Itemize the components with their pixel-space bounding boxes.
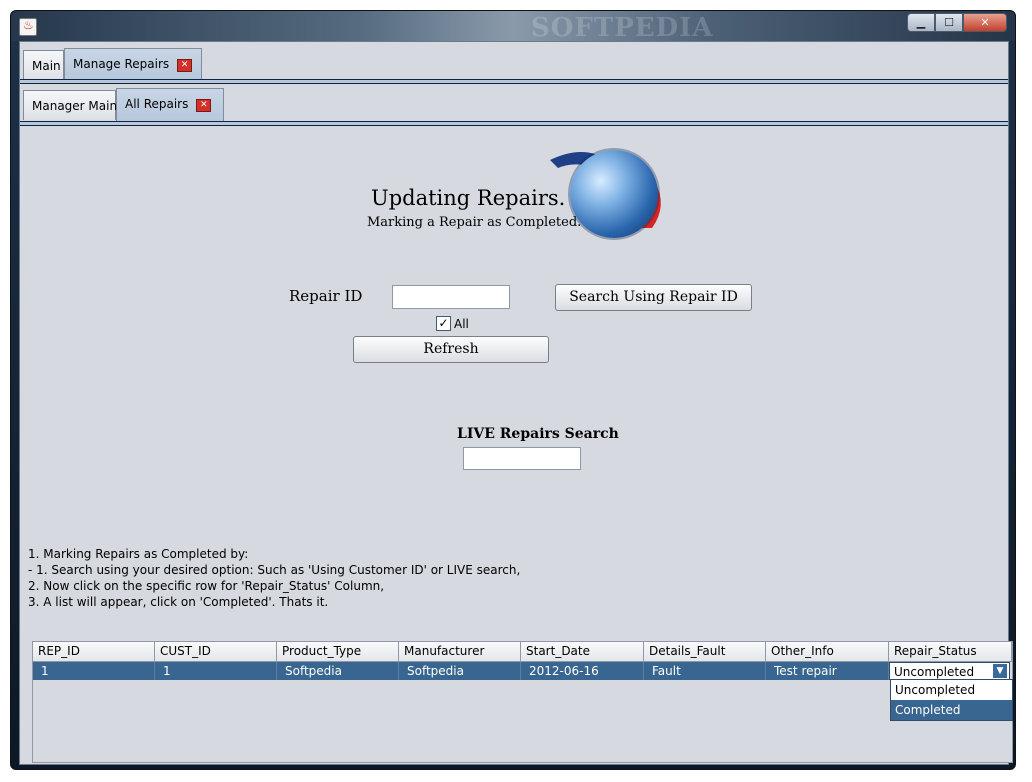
refresh-button[interactable]: Refresh [353, 336, 549, 363]
cell-cust-id[interactable]: 1 [155, 662, 277, 680]
checkmark-icon: ✓ [438, 316, 449, 330]
table-row[interactable]: 1 1 Softpedia Softpedia 2012-06-16 Fault… [33, 662, 1010, 680]
cell-start-date[interactable]: 2012-06-16 [521, 662, 644, 680]
live-search-label: LIVE Repairs Search [457, 426, 619, 442]
close-tab-icon[interactable]: ✕ [196, 99, 212, 112]
option-completed[interactable]: Completed [891, 700, 1012, 720]
column-header-details-fault[interactable]: Details_Fault [644, 642, 766, 662]
cell-rep-id[interactable]: 1 [33, 662, 155, 680]
chevron-down-icon[interactable]: ▼ [993, 664, 1007, 678]
java-cup-icon[interactable]: ♨ [19, 18, 37, 36]
repair-status-value: Uncompleted [894, 665, 975, 679]
globe-icon [570, 150, 658, 238]
title-bar[interactable]: ♨ SOFTPEDIA ▁ ☐ ✕ [11, 11, 1015, 43]
tab-manager-main[interactable]: Manager Main [23, 90, 118, 120]
title-watermark: SOFTPEDIA [531, 13, 714, 43]
column-header-manufacturer[interactable]: Manufacturer [399, 642, 521, 662]
window-controls: ▁ ☐ ✕ [907, 13, 1007, 32]
maximize-icon[interactable]: ☐ [935, 13, 963, 32]
tab-manager-main-label: Manager Main [32, 99, 118, 113]
instruction-line: 3. A list will appear, click on 'Complet… [28, 595, 329, 609]
tab-underline [20, 79, 1008, 84]
all-checkbox-label: All [454, 317, 469, 331]
tab-all-repairs[interactable]: All Repairs ✕ [116, 88, 224, 121]
main-panel: Main Manage Repairs ✕ Manager Main All Re… [19, 41, 1013, 765]
column-header-other-info[interactable]: Other_Info [766, 642, 889, 662]
cell-other-info[interactable]: Test repair [766, 662, 889, 680]
page-title: Updating Repairs. [371, 186, 566, 210]
repair-id-label: Repair ID [289, 287, 363, 305]
tab-main[interactable]: Main [23, 50, 64, 80]
outer-tab-bar: Main Manage Repairs ✕ [20, 47, 1008, 80]
tab-manage-repairs-label: Manage Repairs [73, 57, 170, 71]
column-header-repair-status[interactable]: Repair_Status [889, 642, 1012, 662]
instruction-line: 1. Marking Repairs as Completed by: [28, 547, 249, 561]
column-header-cust-id[interactable]: CUST_ID [155, 642, 277, 662]
minimize-icon[interactable]: ▁ [907, 13, 935, 32]
repair-id-input[interactable] [392, 285, 510, 309]
cell-product-type[interactable]: Softpedia [277, 662, 399, 680]
instruction-line: - 1. Search using your desired option: S… [28, 563, 521, 577]
cell-manufacturer[interactable]: Softpedia [399, 662, 521, 680]
column-header-start-date[interactable]: Start_Date [521, 642, 644, 662]
application-window: ♨ SOFTPEDIA ▁ ☐ ✕ Main Manage Repairs ✕ M… [10, 10, 1016, 770]
cell-details-fault[interactable]: Fault [644, 662, 766, 680]
tab-underline [20, 121, 1008, 126]
instructions: 1. Marking Repairs as Completed by: - 1. … [28, 546, 520, 610]
live-search-input[interactable] [463, 447, 581, 470]
tab-manage-repairs[interactable]: Manage Repairs ✕ [64, 48, 202, 80]
tab-main-label: Main [32, 59, 61, 73]
repair-status-combobox[interactable]: Uncompleted ▼ [889, 662, 1010, 680]
column-header-product-type[interactable]: Product_Type [277, 642, 399, 662]
close-tab-icon[interactable]: ✕ [177, 59, 193, 72]
column-header-rep-id[interactable]: REP_ID [33, 642, 155, 662]
repair-status-dropdown: Uncompleted Completed [890, 679, 1013, 721]
inner-tab-bar: Manager Main All Repairs ✕ [20, 87, 1008, 121]
table-header: REP_ID CUST_ID Product_Type Manufacturer… [33, 642, 1012, 662]
tab-all-repairs-label: All Repairs [125, 97, 189, 111]
repairs-table: REP_ID CUST_ID Product_Type Manufacturer… [32, 641, 1013, 763]
instruction-line: 2. Now click on the specific row for 'Re… [28, 579, 385, 593]
all-checkbox[interactable]: ✓ [436, 316, 451, 331]
close-icon[interactable]: ✕ [963, 13, 1007, 32]
search-by-repair-id-button[interactable]: Search Using Repair ID [555, 284, 752, 311]
option-uncompleted[interactable]: Uncompleted [891, 680, 1012, 700]
